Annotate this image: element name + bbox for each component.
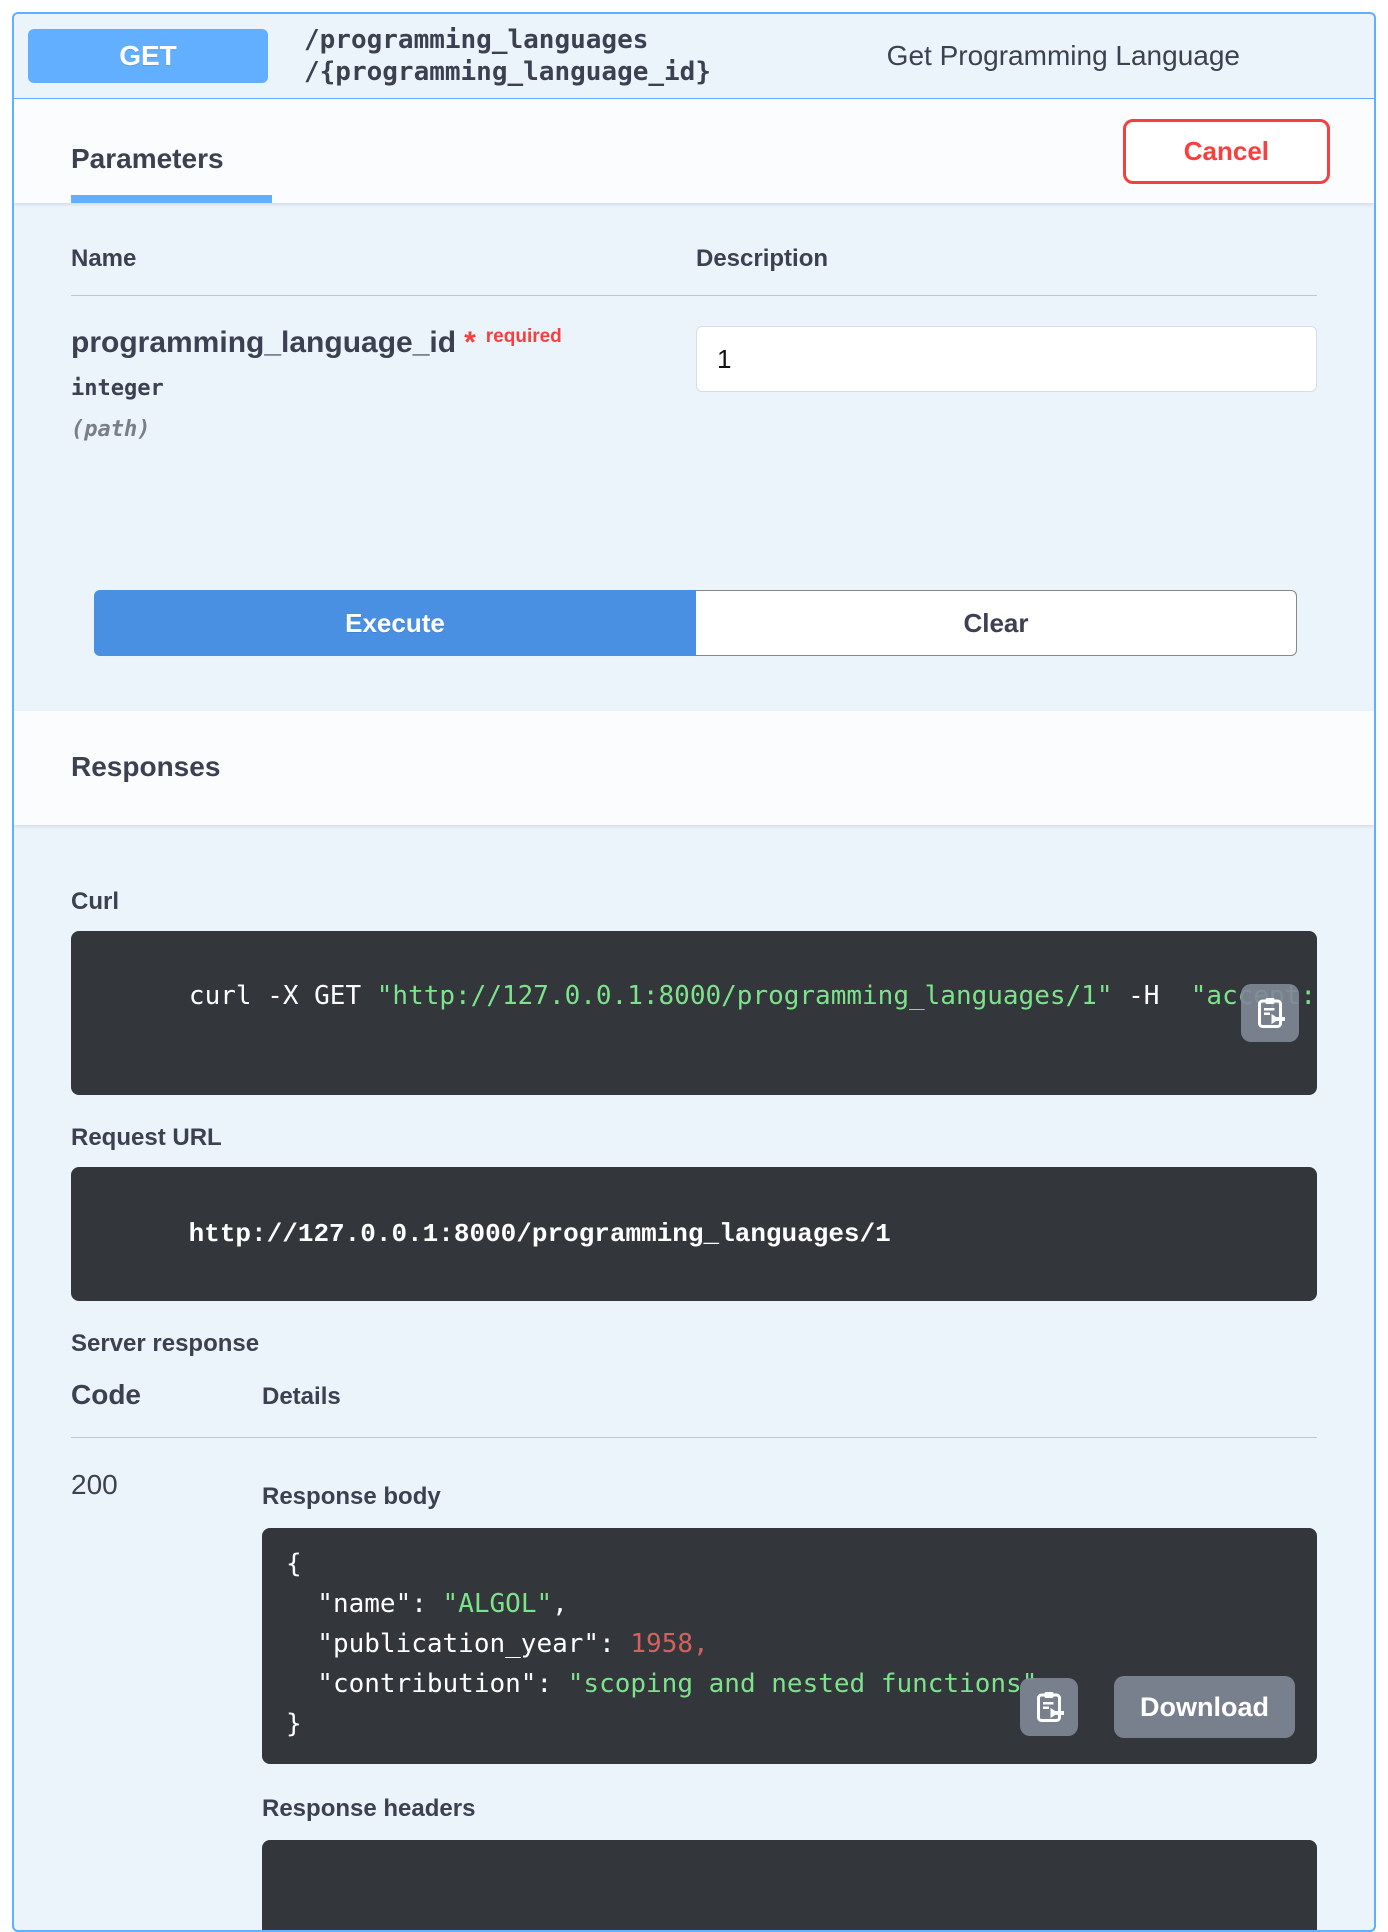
status-code: 200 [71, 1468, 262, 1932]
server-response-row: 200 Response body { "name": "ALGOL", "pu… [71, 1438, 1317, 1932]
json-value-publication-year: 1958, [630, 1629, 708, 1659]
parameter-name: programming_language_id [71, 326, 456, 359]
curl-label: Curl [71, 887, 1317, 917]
parameter-value-input[interactable] [696, 326, 1317, 392]
json-separator: : [411, 1589, 442, 1619]
json-value-name: "ALGOL" [443, 1589, 553, 1619]
details-column-header: Details [262, 1383, 341, 1411]
clear-button[interactable]: Clear [696, 590, 1297, 656]
parameter-type: integer [71, 376, 696, 401]
json-comma: , [552, 1589, 568, 1619]
parameter-meta: programming_language_id* required integer… [71, 326, 696, 442]
parameter-row: programming_language_id* required integer… [71, 296, 1317, 442]
curl-url-string: "http://127.0.0.1:8000/programming_langu… [377, 981, 1113, 1011]
json-close-brace: } [286, 1709, 302, 1739]
tab-parameters[interactable]: Parameters [71, 99, 272, 203]
copy-to-clipboard-icon [1252, 995, 1288, 1031]
endpoint-path-line1: /programming_languages [304, 24, 711, 56]
cancel-button[interactable]: Cancel [1123, 119, 1330, 184]
endpoint-path: /programming_languages /{programming_lan… [304, 24, 711, 88]
request-url-value: http://127.0.0.1:8000/programming_langua… [71, 1167, 1317, 1301]
curl-header-flag: -H [1112, 981, 1190, 1011]
response-body-actions: Download [1020, 1676, 1295, 1738]
json-open-brace: { [286, 1549, 302, 1579]
responses-section-header: Responses [14, 711, 1374, 825]
operation-panel: GET /programming_languages /{programming… [12, 12, 1376, 1932]
required-asterisk: * [464, 326, 476, 359]
response-headers: content-length: 86 content-type: applica… [262, 1840, 1317, 1932]
execute-button[interactable]: Execute [94, 590, 696, 656]
copy-curl-button[interactable] [1241, 984, 1299, 1042]
description-column-header: Description [696, 245, 828, 273]
json-key-name: "name" [286, 1589, 411, 1619]
responses-body: Curl curl -X GET "http://127.0.0.1:8000/… [14, 825, 1374, 1932]
response-body: { "name": "ALGOL", "publication_year": 1… [262, 1528, 1317, 1764]
server-response-table-header: Code Details [71, 1379, 1317, 1438]
json-key-publication-year: "publication_year" [286, 1629, 599, 1659]
operation-summary-row[interactable]: GET /programming_languages /{programming… [14, 14, 1374, 99]
responses-title: Responses [71, 751, 1317, 783]
parameter-location: (path) [71, 417, 696, 442]
operation-summary: Get Programming Language [887, 40, 1240, 72]
parameters-table-header: Name Description [71, 245, 1317, 296]
curl-command-prefix: curl -X GET [189, 981, 377, 1011]
parameters-section-header: Parameters Cancel [14, 99, 1374, 203]
request-url-label: Request URL [71, 1123, 1317, 1153]
request-url-text: http://127.0.0.1:8000/programming_langua… [189, 1219, 891, 1249]
copy-to-clipboard-icon [1031, 1689, 1067, 1725]
code-column-header: Code [71, 1379, 262, 1411]
json-separator: : [599, 1629, 630, 1659]
download-button[interactable]: Download [1114, 1676, 1295, 1738]
json-separator: : [536, 1669, 567, 1699]
get-method-badge: GET [28, 29, 268, 83]
server-response-label: Server response [71, 1329, 1317, 1359]
response-headers-label: Response headers [262, 1794, 1317, 1824]
parameters-body: Name Description programming_language_id… [14, 203, 1374, 711]
curl-command: curl -X GET "http://127.0.0.1:8000/progr… [71, 931, 1317, 1095]
execute-wrapper: Execute Clear [94, 590, 1297, 656]
copy-response-button[interactable] [1020, 1678, 1078, 1736]
response-body-label: Response body [262, 1482, 1317, 1512]
required-label: required [486, 326, 562, 347]
endpoint-path-line2: /{programming_language_id} [304, 56, 711, 88]
json-value-contribution: "scoping and nested functions" [568, 1669, 1038, 1699]
name-column-header: Name [71, 245, 696, 273]
json-key-contribution: "contribution" [286, 1669, 536, 1699]
